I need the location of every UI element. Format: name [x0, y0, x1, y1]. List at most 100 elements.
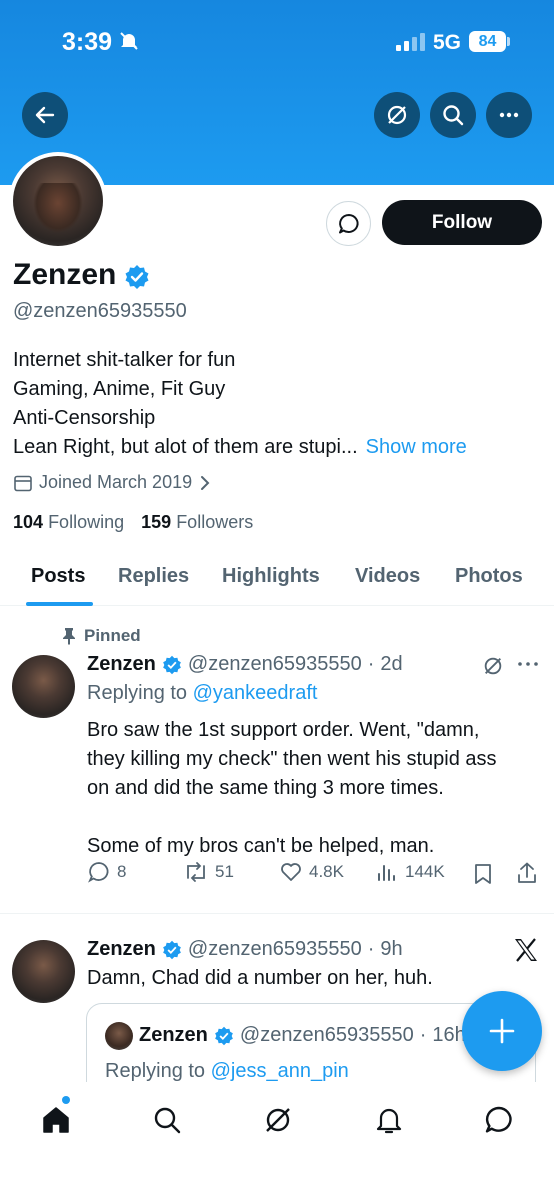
following-label: Following: [48, 512, 125, 532]
like-icon: [281, 863, 301, 881]
status-time: 3:39: [62, 28, 113, 56]
views-icon: [378, 865, 395, 881]
verified-badge-icon: [163, 940, 181, 959]
views-count: 144K: [405, 862, 445, 881]
share-icon[interactable]: [515, 861, 539, 885]
verified-badge-icon[interactable]: [124, 264, 150, 290]
post-header: Zenzen @zenzen65935550 · 9h: [87, 938, 403, 961]
pinned-text: Pinned: [84, 626, 141, 645]
search-icon: [443, 105, 464, 126]
post-dot: ·: [367, 653, 375, 675]
follow-stats: 104 Following 159 Followers: [13, 512, 253, 533]
bio-line: Anti-Censorship: [13, 407, 156, 429]
followers-label: Followers: [176, 512, 254, 532]
grok-icon: [387, 105, 407, 125]
nav-messages[interactable]: [479, 1100, 519, 1140]
show-more-link[interactable]: Show more: [366, 436, 467, 458]
views-button[interactable]: 144K: [375, 860, 445, 884]
post-author-handle[interactable]: @zenzen65935550: [188, 653, 362, 676]
post-time[interactable]: 9h: [380, 938, 402, 961]
post-author-name[interactable]: Zenzen: [87, 653, 156, 676]
reply-button[interactable]: 8: [87, 860, 126, 884]
like-button[interactable]: 4.8K: [279, 860, 344, 884]
plus-icon: [489, 1018, 515, 1044]
tab-posts[interactable]: Posts: [31, 565, 85, 588]
quote-dot: ·: [419, 1024, 427, 1046]
post-actions: 8 51 4.8K 144K: [87, 860, 542, 890]
followers-link[interactable]: 159 Followers: [141, 512, 253, 532]
bio-line-last: Lean Right, but alot of them are stupi..…: [13, 433, 467, 462]
verified-badge-icon: [163, 655, 181, 674]
nav-search[interactable]: [147, 1100, 187, 1140]
back-button[interactable]: [22, 92, 68, 138]
bell-icon: [376, 1108, 402, 1134]
calendar-icon: [14, 475, 32, 491]
repost-count: 51: [215, 862, 234, 881]
message-button[interactable]: [326, 201, 371, 246]
bio-line-text: Lean Right, but alot of them are stupi..…: [13, 436, 358, 458]
grok-button[interactable]: [374, 92, 420, 138]
post-author-handle[interactable]: @zenzen65935550: [188, 938, 362, 961]
profile-avatar[interactable]: [9, 152, 107, 250]
grok-icon: [266, 1108, 290, 1132]
joined-date[interactable]: Joined March 2019: [13, 472, 212, 493]
quote-replying-label: Replying to: [105, 1060, 206, 1082]
home-notification-dot: [62, 1096, 70, 1104]
quote-time: 16h: [432, 1024, 466, 1046]
tab-photos[interactable]: Photos: [455, 565, 523, 588]
home-icon: [43, 1107, 69, 1133]
tab-highlights[interactable]: Highlights: [222, 565, 320, 588]
nav-home[interactable]: [36, 1100, 76, 1140]
replying-to-handle[interactable]: @yankeedraft: [193, 682, 318, 704]
post-time[interactable]: 2d: [380, 653, 402, 676]
quote-replying-to: Replying to @jess_ann_pin: [105, 1060, 349, 1083]
post-line-blank: [87, 803, 537, 832]
compose-post-button[interactable]: [462, 991, 542, 1071]
message-icon: [338, 213, 359, 233]
search-button[interactable]: [430, 92, 476, 138]
battery-tip: [507, 37, 510, 46]
nav-notifications[interactable]: [369, 1100, 409, 1140]
post-text: Bro saw the 1st support order. Went, "da…: [87, 716, 537, 861]
profile-tabs: Posts Replies Highlights Videos Photos: [0, 548, 554, 606]
repost-icon: [187, 862, 205, 882]
repost-button[interactable]: 51: [183, 860, 234, 884]
battery-level: 84: [469, 31, 506, 52]
bottom-navigation: [0, 1082, 554, 1200]
replying-label: Replying to: [87, 682, 188, 704]
following-link[interactable]: 104 Following: [13, 512, 124, 532]
profile-name: Zenzen: [13, 258, 117, 291]
nav-grok[interactable]: [258, 1100, 298, 1140]
post-avatar[interactable]: [12, 655, 75, 718]
like-count: 4.8K: [309, 862, 344, 881]
tab-replies[interactable]: Replies: [118, 565, 189, 588]
tab-videos[interactable]: Videos: [355, 565, 420, 588]
post-line: on and did the same thing 3 more times.: [87, 777, 444, 799]
search-icon: [154, 1107, 181, 1134]
post-author-name[interactable]: Zenzen: [87, 938, 156, 961]
post-line: Bro saw the 1st support order. Went, "da…: [87, 719, 480, 741]
post-header: Zenzen @zenzen65935550 · 2d: [87, 653, 403, 676]
more-button[interactable]: [486, 92, 532, 138]
reply-icon: [88, 862, 109, 883]
pin-icon: [63, 628, 75, 645]
bio-line: Gaming, Anime, Fit Guy: [13, 378, 226, 400]
post-line: Some of my bros can't be helped, man.: [87, 835, 435, 857]
grok-icon[interactable]: [482, 655, 504, 677]
x-logo-icon: [515, 938, 537, 962]
quote-author-handle: @zenzen65935550: [239, 1024, 414, 1046]
more-icon: [499, 112, 519, 118]
replying-to: Replying to @yankeedraft: [87, 682, 317, 705]
verified-badge-icon: [215, 1026, 233, 1045]
bookmark-icon[interactable]: [472, 862, 494, 886]
post-more-icon[interactable]: [516, 656, 540, 672]
back-arrow-icon: [35, 106, 55, 124]
joined-text: Joined March 2019: [39, 472, 193, 492]
post-avatar[interactable]: [12, 940, 75, 1003]
follow-button[interactable]: Follow: [382, 200, 542, 245]
reply-count: 8: [117, 862, 127, 881]
message-icon: [485, 1106, 512, 1133]
network-type: 5G: [433, 31, 462, 54]
signal-icon: [396, 33, 425, 51]
followers-count: 159: [141, 512, 172, 532]
